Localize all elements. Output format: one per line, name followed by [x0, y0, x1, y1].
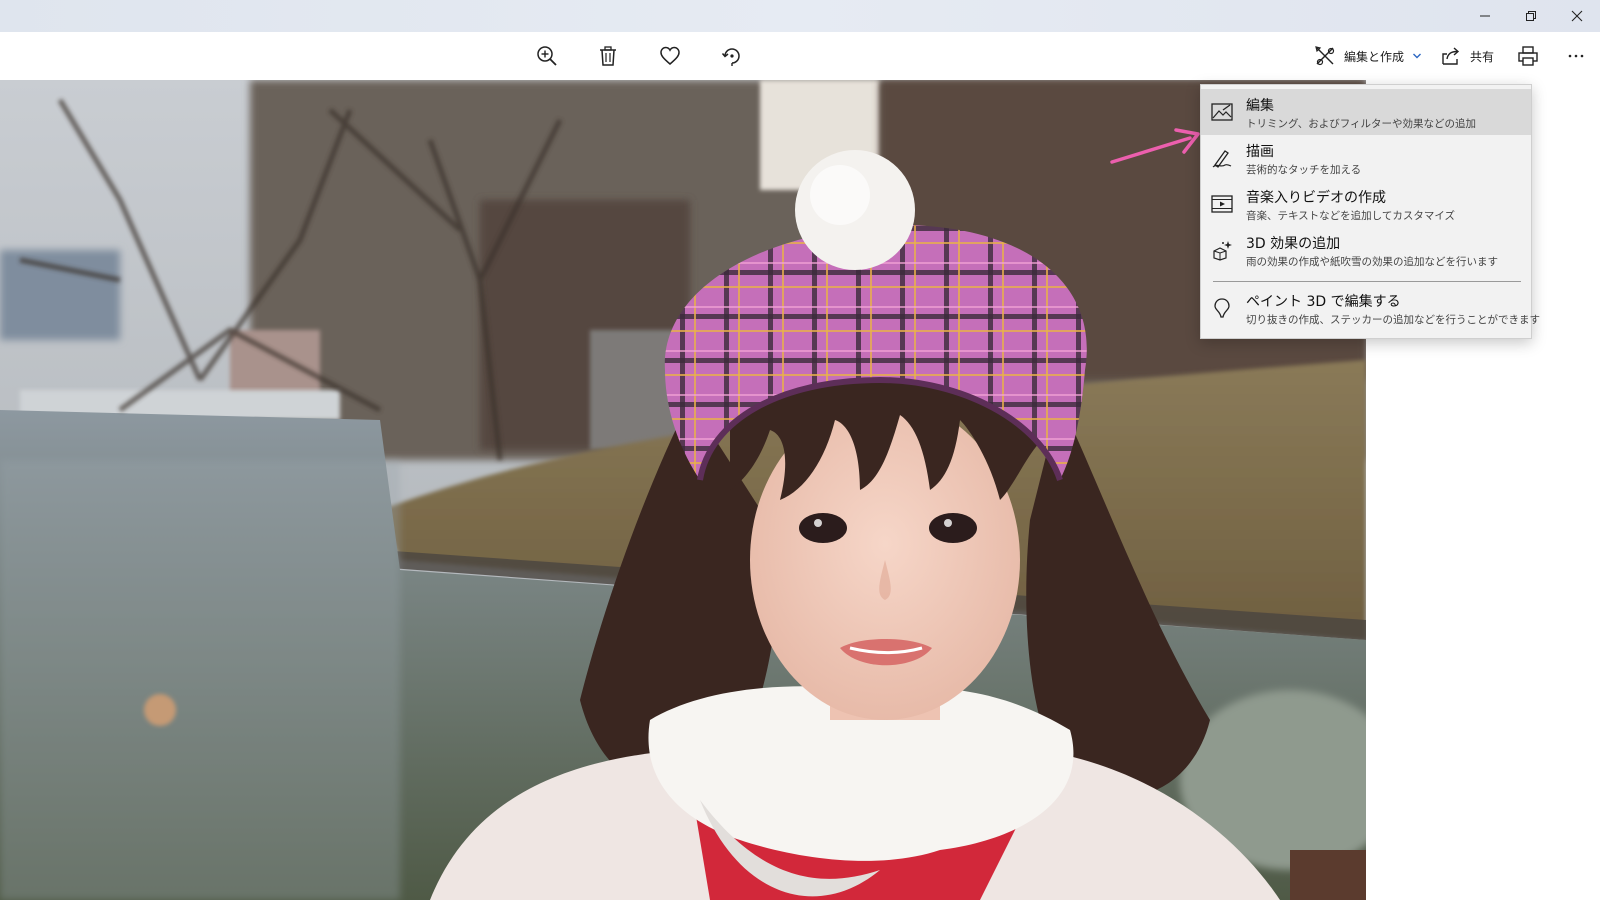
displayed-photo — [0, 80, 1366, 900]
menu-item-3d-effects-subtitle: 雨の効果の作成や紙吹雪の効果の追加などを行います — [1246, 256, 1498, 268]
menu-item-paint-3d-title: ペイント 3D で編集する — [1246, 294, 1401, 310]
rotate-button[interactable] — [714, 40, 750, 72]
menu-item-edit-subtitle: トリミング、およびフィルターや効果などの追加 — [1246, 118, 1477, 130]
menu-item-3d-effects[interactable]: 3D 効果の追加 雨の効果の作成や紙吹雪の効果の追加などを行います — [1201, 227, 1531, 273]
photo-toolbar: 編集と作成 共有 — [0, 32, 1600, 80]
photo-view[interactable] — [0, 80, 1366, 900]
print-button[interactable] — [1510, 40, 1546, 72]
favorite-button[interactable] — [652, 40, 688, 72]
share-button[interactable]: 共有 — [1440, 40, 1494, 72]
minimize-button[interactable] — [1462, 0, 1508, 32]
menu-item-video-subtitle: 音楽、テキストなどを追加してカスタマイズ — [1246, 210, 1456, 222]
title-bar — [0, 0, 1600, 32]
zoom-in-icon — [537, 46, 557, 66]
menu-item-paint-3d[interactable]: ペイント 3D で編集する 切り抜きの作成、ステッカーの追加などを行うことができ… — [1201, 285, 1540, 331]
rotate-icon — [721, 48, 740, 66]
share-label: 共有 — [1470, 49, 1495, 64]
favorite-heart-icon — [660, 46, 680, 65]
menu-separator — [1213, 281, 1521, 282]
minimize-icon — [1480, 15, 1490, 17]
menu-item-video[interactable]: 音楽入りビデオの作成 音楽、テキストなどを追加してカスタマイズ — [1201, 181, 1531, 227]
edit-and-create-button[interactable]: 編集と作成 — [1314, 40, 1422, 72]
edit-create-icon — [1315, 46, 1335, 66]
annotation-arrow-icon — [1110, 128, 1200, 164]
more-options-button[interactable] — [1558, 40, 1594, 72]
delete-icon — [600, 46, 616, 66]
close-icon — [1571, 10, 1583, 22]
delete-button[interactable] — [590, 40, 626, 72]
restore-button[interactable] — [1508, 0, 1554, 32]
print-icon — [1518, 46, 1538, 66]
share-icon — [1442, 47, 1460, 65]
zoom-in-button[interactable] — [529, 40, 565, 72]
edit-and-create-label: 編集と作成 — [1344, 49, 1405, 64]
menu-item-edit-title: 編集 — [1246, 98, 1274, 114]
3d-effects-icon — [1211, 239, 1233, 261]
video-icon — [1211, 193, 1233, 215]
paint-3d-icon — [1211, 297, 1233, 319]
menu-item-draw[interactable]: 描画 芸術的なタッチを加える — [1201, 135, 1531, 181]
chevron-down-icon — [1413, 53, 1422, 59]
edit-image-icon — [1211, 101, 1233, 123]
restore-icon — [1526, 11, 1536, 21]
photos-app-window: 編集と作成 共有 編集 トリミング、およびフィルターや効果などの追加 描画 芸術… — [0, 0, 1600, 900]
pen-draw-icon — [1211, 147, 1233, 169]
more-icon — [1568, 54, 1584, 58]
menu-item-3d-effects-title: 3D 効果の追加 — [1246, 236, 1341, 252]
close-button[interactable] — [1554, 0, 1600, 32]
menu-item-draw-title: 描画 — [1246, 144, 1274, 160]
menu-item-draw-subtitle: 芸術的なタッチを加える — [1246, 164, 1362, 176]
menu-item-video-title: 音楽入りビデオの作成 — [1246, 190, 1386, 206]
menu-item-edit[interactable]: 編集 トリミング、およびフィルターや効果などの追加 — [1201, 89, 1531, 135]
menu-item-paint-3d-subtitle: 切り抜きの作成、ステッカーの追加などを行うことができます — [1246, 314, 1540, 326]
edit-create-menu: 編集 トリミング、およびフィルターや効果などの追加 描画 芸術的なタッチを加える — [1200, 84, 1540, 339]
